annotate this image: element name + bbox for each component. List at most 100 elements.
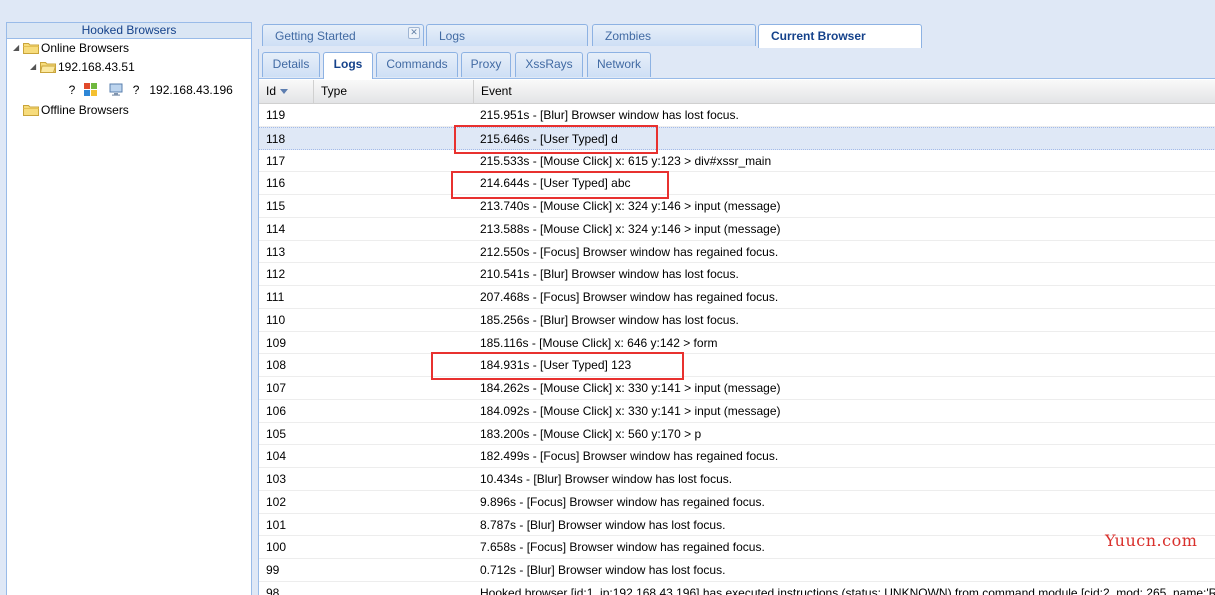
- sub-tab-bar: Details Logs Commands Proxy XssRays Netw…: [259, 49, 1215, 79]
- cell-event: 185.116s - [Mouse Click] x: 646 y:142 > …: [480, 335, 718, 350]
- tab-label: Zombies: [605, 29, 652, 43]
- cell-id: 116: [266, 176, 286, 191]
- cell-type: [320, 128, 470, 150]
- hooked-browsers-panel: Hooked Browsers ◢ Online Browsers ◢ 192.16…: [6, 22, 252, 595]
- cell-type: [320, 263, 470, 285]
- subtab-proxy[interactable]: Proxy: [461, 52, 511, 77]
- table-row[interactable]: 108 184.931s - [User Typed] 123: [259, 354, 1215, 377]
- table-row[interactable]: 103 10.434s - [Blur] Browser window has l…: [259, 468, 1215, 491]
- cell-type: [320, 218, 470, 240]
- panel-title: Hooked Browsers: [7, 23, 251, 39]
- tree-node-hooked-browser[interactable]: ? ? 192.168.43.196: [67, 81, 233, 99]
- table-row[interactable]: 114 213.588s - [Mouse Click] x: 324 y:146…: [259, 218, 1215, 241]
- subtab-logs[interactable]: Logs: [323, 52, 373, 79]
- table-row[interactable]: 111 207.468s - [Focus] Browser window has…: [259, 286, 1215, 309]
- table-row[interactable]: 107 184.262s - [Mouse Click] x: 330 y:141…: [259, 377, 1215, 400]
- close-icon[interactable]: ✕: [408, 27, 420, 39]
- cell-type: [320, 377, 470, 399]
- cell-event: 215.646s - [User Typed] d: [480, 131, 618, 146]
- cell-event: 9.896s - [Focus] Browser window has rega…: [480, 494, 765, 509]
- cell-id: 113: [266, 244, 286, 259]
- cell-type: [320, 423, 470, 445]
- logs-grid-body: 119 215.951s - [Blur] Browser window has …: [259, 104, 1215, 595]
- cell-type: [320, 195, 470, 217]
- cell-event: 210.541s - [Blur] Browser window has los…: [480, 267, 739, 282]
- cell-id: 99: [266, 563, 280, 577]
- folder-icon: [23, 43, 39, 54]
- tree-node-offline-browsers[interactable]: Offline Browsers: [23, 101, 129, 119]
- folder-open-icon: [40, 62, 56, 73]
- computer-icon: [109, 83, 123, 96]
- cell-event: 182.499s - [Focus] Browser window has re…: [480, 449, 779, 464]
- tree-node-online-browsers[interactable]: ◢ Online Browsers: [13, 39, 129, 57]
- cell-id: 119: [266, 108, 286, 122]
- table-row[interactable]: 100 7.658s - [Focus] Browser window has r…: [259, 536, 1215, 559]
- expand-triangle-icon[interactable]: ◢: [30, 58, 40, 76]
- cell-event: 212.550s - [Focus] Browser window has re…: [480, 244, 779, 259]
- logs-grid-header: Id Type Event: [259, 80, 1215, 104]
- cell-id: 102: [266, 494, 287, 509]
- column-label: Event: [481, 84, 512, 98]
- cell-type: [320, 468, 470, 490]
- cell-event: 0.712s - [Blur] Browser window has lost …: [480, 563, 726, 577]
- table-row[interactable]: 104 182.499s - [Focus] Browser window has…: [259, 445, 1215, 468]
- table-row[interactable]: 117 215.533s - [Mouse Click] x: 615 y:123…: [259, 150, 1215, 173]
- cell-id: 110: [266, 312, 286, 327]
- column-label: Id: [266, 84, 277, 98]
- cell-event: 184.931s - [User Typed] 123: [480, 358, 632, 373]
- table-row[interactable]: 101 8.787s - [Blur] Browser window has lo…: [259, 514, 1215, 537]
- table-row[interactable]: 113 212.550s - [Focus] Browser window has…: [259, 241, 1215, 264]
- table-row[interactable]: 118 215.646s - [User Typed] d: [259, 126, 1215, 150]
- subtab-commands[interactable]: Commands: [376, 52, 458, 77]
- cell-event: 184.262s - [Mouse Click] x: 330 y:141 > …: [480, 381, 781, 395]
- cell-type: [320, 332, 470, 354]
- cell-type: [320, 309, 470, 331]
- subtab-xssrays[interactable]: XssRays: [515, 52, 583, 77]
- tree-node-host[interactable]: ◢ 192.168.43.51: [30, 58, 135, 76]
- cell-event: 215.951s - [Blur] Browser window has los…: [480, 108, 739, 122]
- cell-id: 107: [266, 381, 287, 395]
- table-row[interactable]: 116 214.644s - [User Typed] abc: [259, 172, 1215, 195]
- table-row[interactable]: 102 9.896s - [Focus] Browser window has r…: [259, 491, 1215, 514]
- column-label: Type: [321, 84, 348, 98]
- cell-id: 104: [266, 449, 287, 464]
- column-header-id[interactable]: Id: [259, 80, 314, 103]
- cell-id: 117: [266, 153, 286, 168]
- column-header-event[interactable]: Event: [474, 80, 1215, 103]
- cell-id: 98: [266, 585, 280, 595]
- cell-event: Hooked browser [id:1, ip:192.168.43.196]…: [480, 585, 1215, 595]
- cell-id: 114: [266, 221, 286, 236]
- table-row[interactable]: 115 213.740s - [Mouse Click] x: 324 y:146…: [259, 195, 1215, 218]
- subtab-network[interactable]: Network: [587, 52, 651, 77]
- subtab-details[interactable]: Details: [262, 52, 320, 77]
- cell-type: [320, 241, 470, 263]
- cell-event: 10.434s - [Blur] Browser window has lost…: [480, 472, 733, 486]
- table-row[interactable]: 119 215.951s - [Blur] Browser window has …: [259, 104, 1215, 127]
- cell-event: 213.588s - [Mouse Click] x: 324 y:146 > …: [480, 221, 781, 236]
- table-row[interactable]: 110 185.256s - [Blur] Browser window has …: [259, 309, 1215, 332]
- tab-label: Getting Started: [275, 29, 356, 43]
- table-row[interactable]: 105 183.200s - [Mouse Click] x: 560 y:170…: [259, 423, 1215, 446]
- cell-event: 185.256s - [Blur] Browser window has los…: [480, 312, 739, 327]
- tab-logs[interactable]: Logs: [426, 24, 588, 46]
- table-row[interactable]: 99 0.712s - [Blur] Browser window has los…: [259, 559, 1215, 582]
- cell-id: 109: [266, 335, 287, 350]
- table-row[interactable]: 106 184.092s - [Mouse Click] x: 330 y:141…: [259, 400, 1215, 423]
- tab-current-browser[interactable]: Current Browser: [758, 24, 922, 48]
- windows-os-icon: [84, 83, 98, 96]
- cell-event: 183.200s - [Mouse Click] x: 560 y:170 > …: [480, 426, 702, 441]
- column-header-type[interactable]: Type: [314, 80, 474, 103]
- tab-getting-started[interactable]: Getting Started ✕: [262, 24, 424, 46]
- offline-browsers-label: Offline Browsers: [41, 103, 129, 117]
- cell-id: 106: [266, 403, 287, 418]
- sort-desc-icon: [280, 89, 289, 94]
- table-row[interactable]: 109 185.116s - [Mouse Click] x: 646 y:142…: [259, 332, 1215, 355]
- table-row[interactable]: 112 210.541s - [Blur] Browser window has …: [259, 263, 1215, 286]
- cell-type: [320, 286, 470, 308]
- cell-id: 111: [266, 290, 285, 304]
- table-row[interactable]: 98 Hooked browser [id:1, ip:192.168.43.19…: [259, 582, 1215, 595]
- folder-icon: [23, 105, 39, 116]
- expand-triangle-icon[interactable]: ◢: [13, 39, 23, 57]
- tab-zombies[interactable]: Zombies: [592, 24, 756, 46]
- cell-id: 100: [266, 540, 287, 555]
